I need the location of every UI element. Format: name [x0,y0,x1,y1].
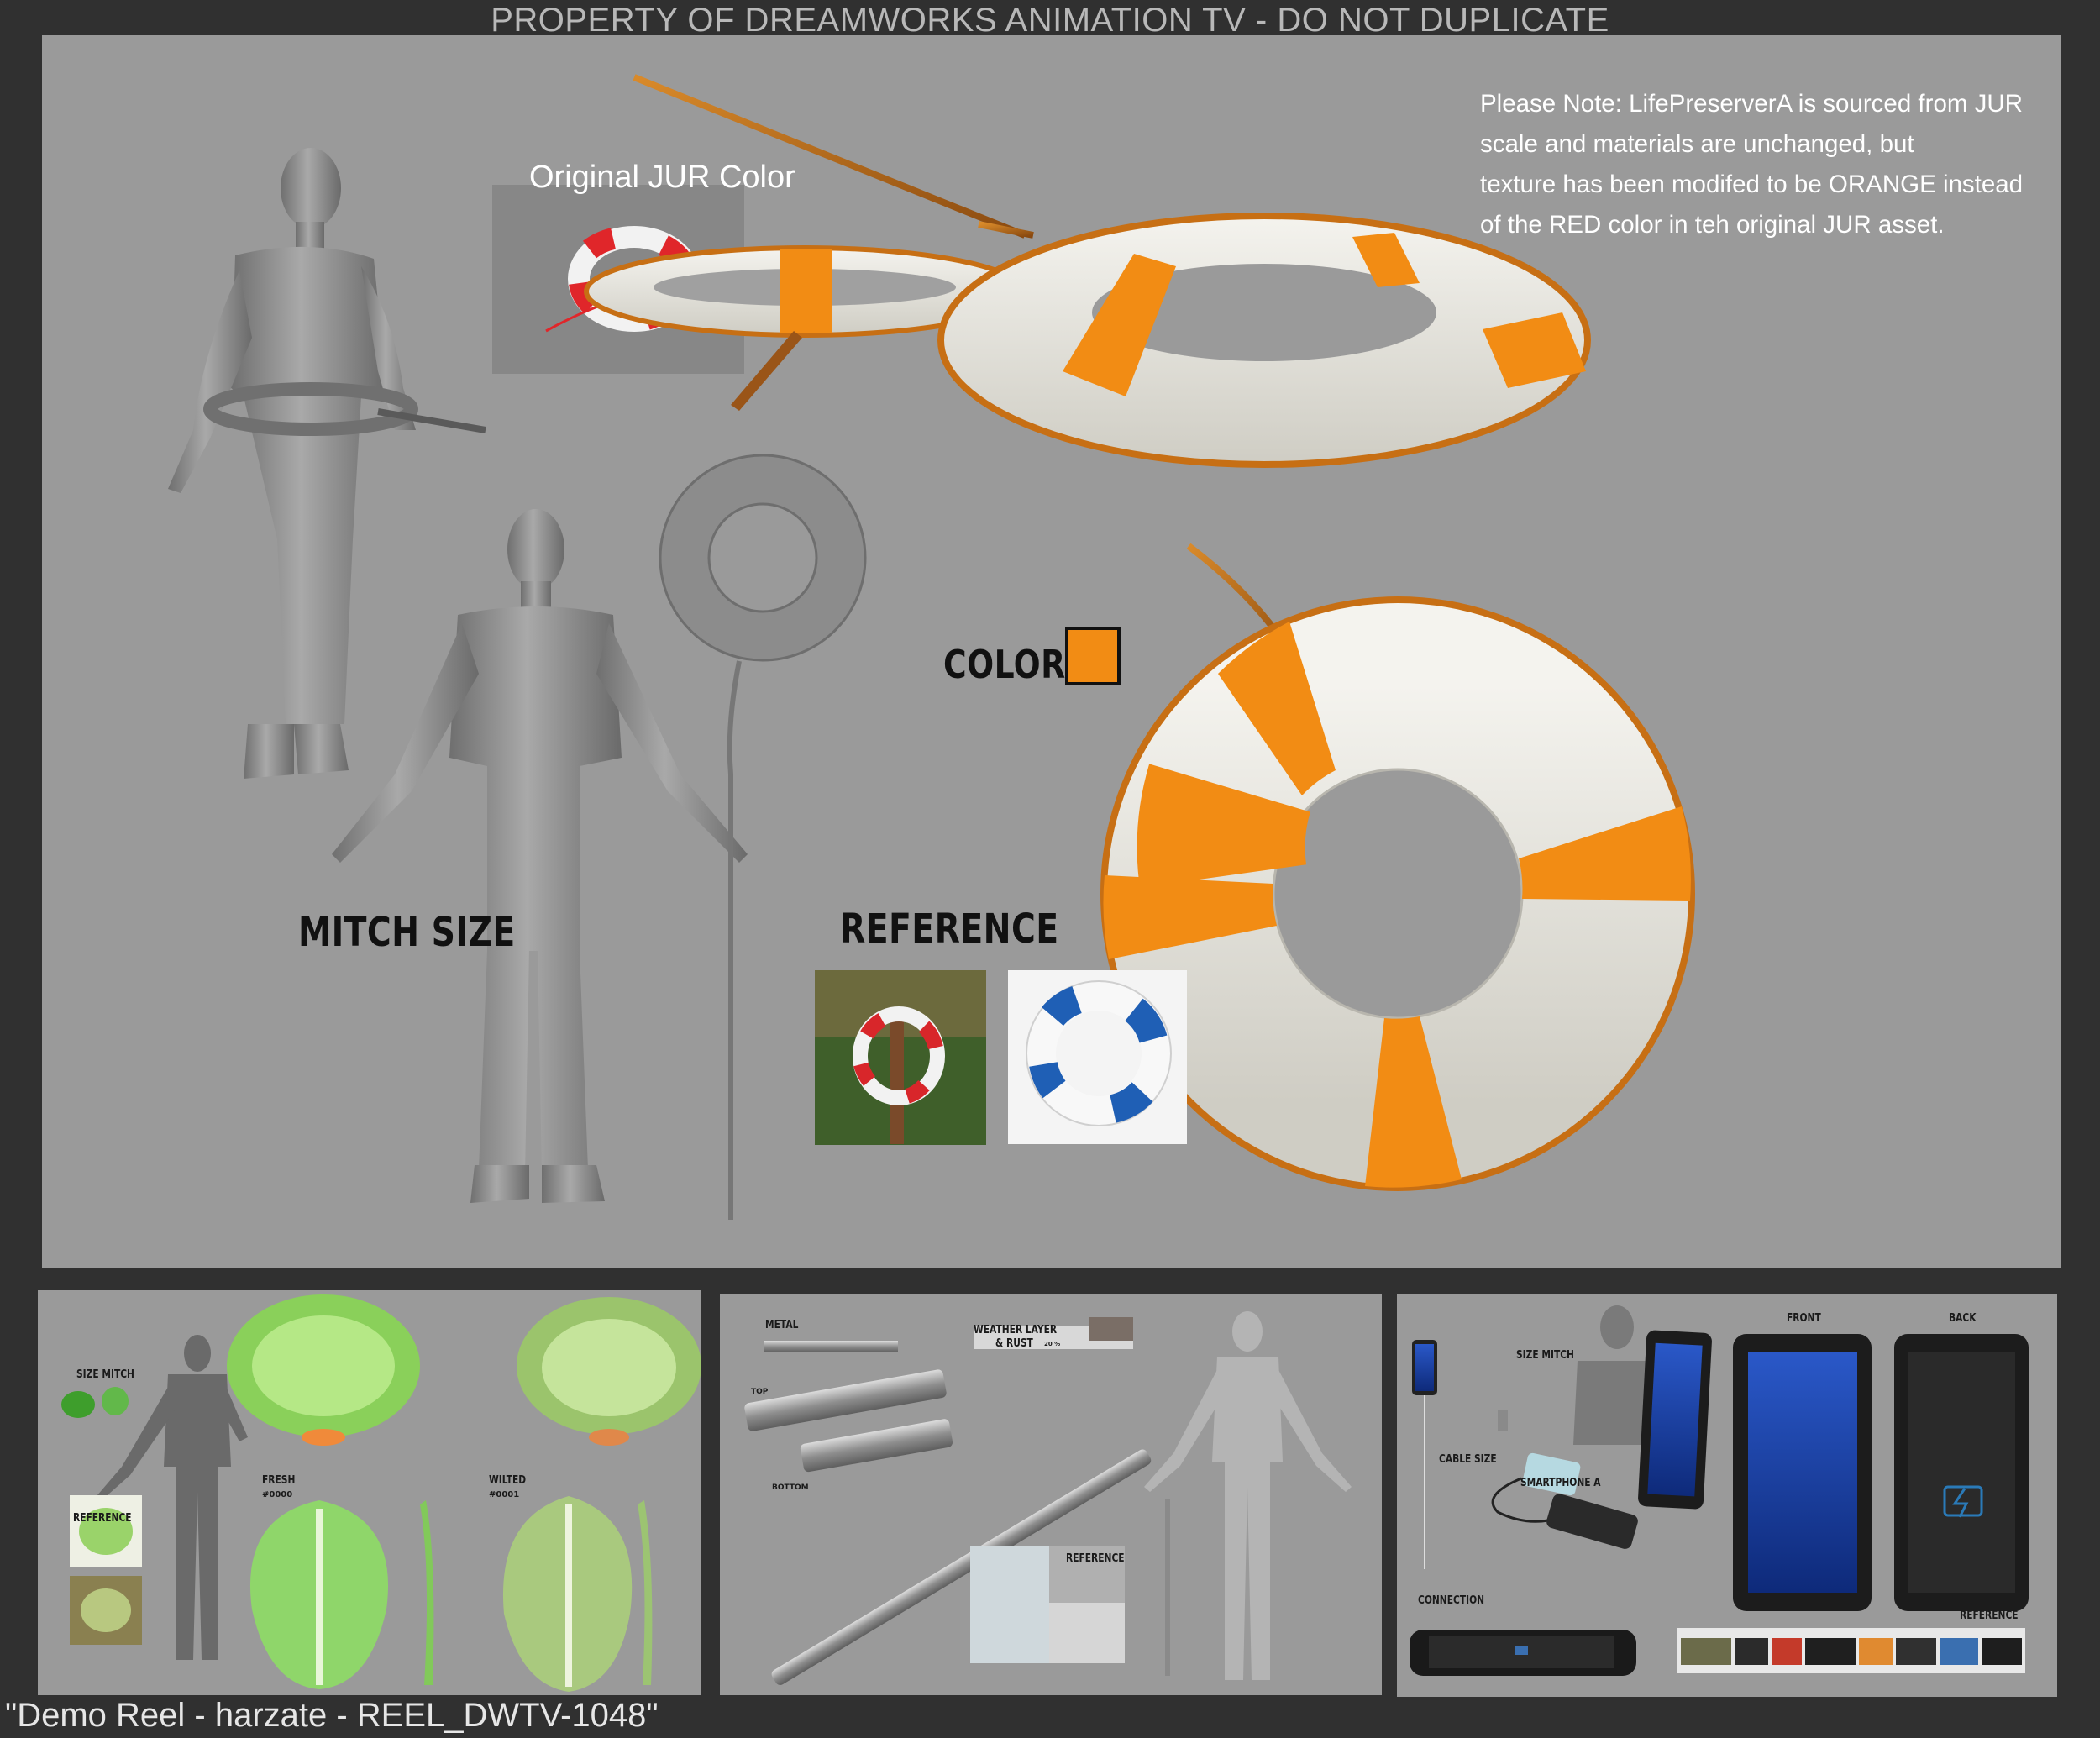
lettuce-panel: SIZE MITCH REFERENCE FRESH #0000 WILTED … [38,1290,701,1695]
note-line: scale and materials are unchanged, but [1480,130,1914,158]
lettuce-fresh-label: FRESH [262,1474,296,1487]
lettuce-wilted-leaf-side [638,1500,653,1685]
mitch-sculpt-threequarter [168,148,416,779]
lettuce-fresh-code: #0000 [262,1490,293,1499]
connection-label: CONNECTION [1418,1594,1485,1607]
lettuce-size-mitch-icons [61,1387,129,1418]
powerbank-connection [1410,1630,1636,1676]
powerbank-reference-label: REFERENCE [1960,1609,2019,1622]
lettuce-fresh-leaf-side [420,1500,434,1685]
lettuce-wilted-leaf [502,1496,633,1692]
pipe-bottom-label: BOTTOM [772,1483,809,1492]
lettuce-wilted-head [517,1297,701,1446]
powerbank-front [1733,1334,1872,1611]
powerbank-size-mitch-label: SIZE MITCH [1516,1349,1574,1362]
pipe-top-label: TOP [751,1388,769,1396]
back-label: BACK [1949,1312,1977,1325]
powerbank-size-small [1412,1340,1437,1569]
color-label: COLOR [943,642,1066,687]
lettuce-size-mitch-label: SIZE MITCH [76,1368,134,1381]
smartphone-label: SMARTPHONE A [1520,1477,1601,1489]
powerbank-panel-art [1410,1305,2029,1676]
note-line: texture has been modifed to be ORANGE in… [1480,171,2024,198]
pipe-panel: METAL WEATHER LAYER & RUST 20 % TOP BOTT… [720,1294,1382,1695]
footer-caption: "Demo Reel - harzate - REEL_DWTV-1048" [5,1697,659,1734]
pipe-panel-art [744,1311,1352,1685]
texture-note: Please Note: LifePreserverA is sourced f… [1480,84,2085,245]
pipe-bottom-piece [800,1419,953,1473]
metal-label: METAL [765,1319,799,1331]
reference-photo-garden [815,970,986,1145]
color-swatch [1065,627,1121,685]
pipe-size-reference [1165,1499,1170,1676]
note-line: Please Note: LifePreserverA is sourced f… [1480,90,2023,118]
lettuce-fresh-leaf [249,1500,389,1689]
rust-photo [1089,1317,1133,1341]
powerbank-panel: SIZE MITCH CABLE SIZE SMARTPHONE A FRONT… [1397,1294,2057,1697]
smartphone-with-cable [1491,1452,1638,1549]
original-color-title: Original JUR Color [529,160,795,195]
powerbank-back [1894,1334,2029,1611]
pipe-top-piece [744,1369,947,1431]
rust-label: & RUST [995,1337,1033,1350]
mitch-size-label: MITCH SIZE [298,909,516,956]
weather-layer-label: WEATHER LAYER [974,1324,1058,1336]
reference-photo-blue-buoy [1008,970,1187,1144]
header-title: PROPERTY OF DREAMWORKS ANIMATION TV - DO… [491,2,1609,39]
lettuce-reference-label: REFERENCE [73,1512,132,1525]
lettuce-fresh-head [227,1294,420,1446]
front-label: FRONT [1787,1312,1821,1325]
reference-label: REFERENCE [840,906,1059,953]
pipe-reference-label: REFERENCE [1066,1552,1125,1565]
note-line: of the RED color in teh original JUR ass… [1480,211,1945,239]
powerbank-reference-strip [1677,1628,2025,1673]
main-panel: Original JUR Color Please Note: LifePres… [42,35,2061,1268]
lettuce-panel-art [61,1294,701,1692]
metal-swatch [764,1341,898,1352]
lifebuoy-front-view [1100,543,1695,1191]
cable-size-label: CABLE SIZE [1439,1453,1497,1466]
lifebuoy-angled-view [937,213,1591,468]
lettuce-wilted-code: #0001 [489,1490,520,1499]
pipe-mitch-figure [1144,1311,1352,1680]
powerbank-mitch-bust [1498,1305,1662,1445]
rust-percent: 20 % [1044,1341,1061,1347]
lettuce-wilted-label: WILTED [489,1474,527,1487]
powerbank-angled [1638,1330,1712,1510]
